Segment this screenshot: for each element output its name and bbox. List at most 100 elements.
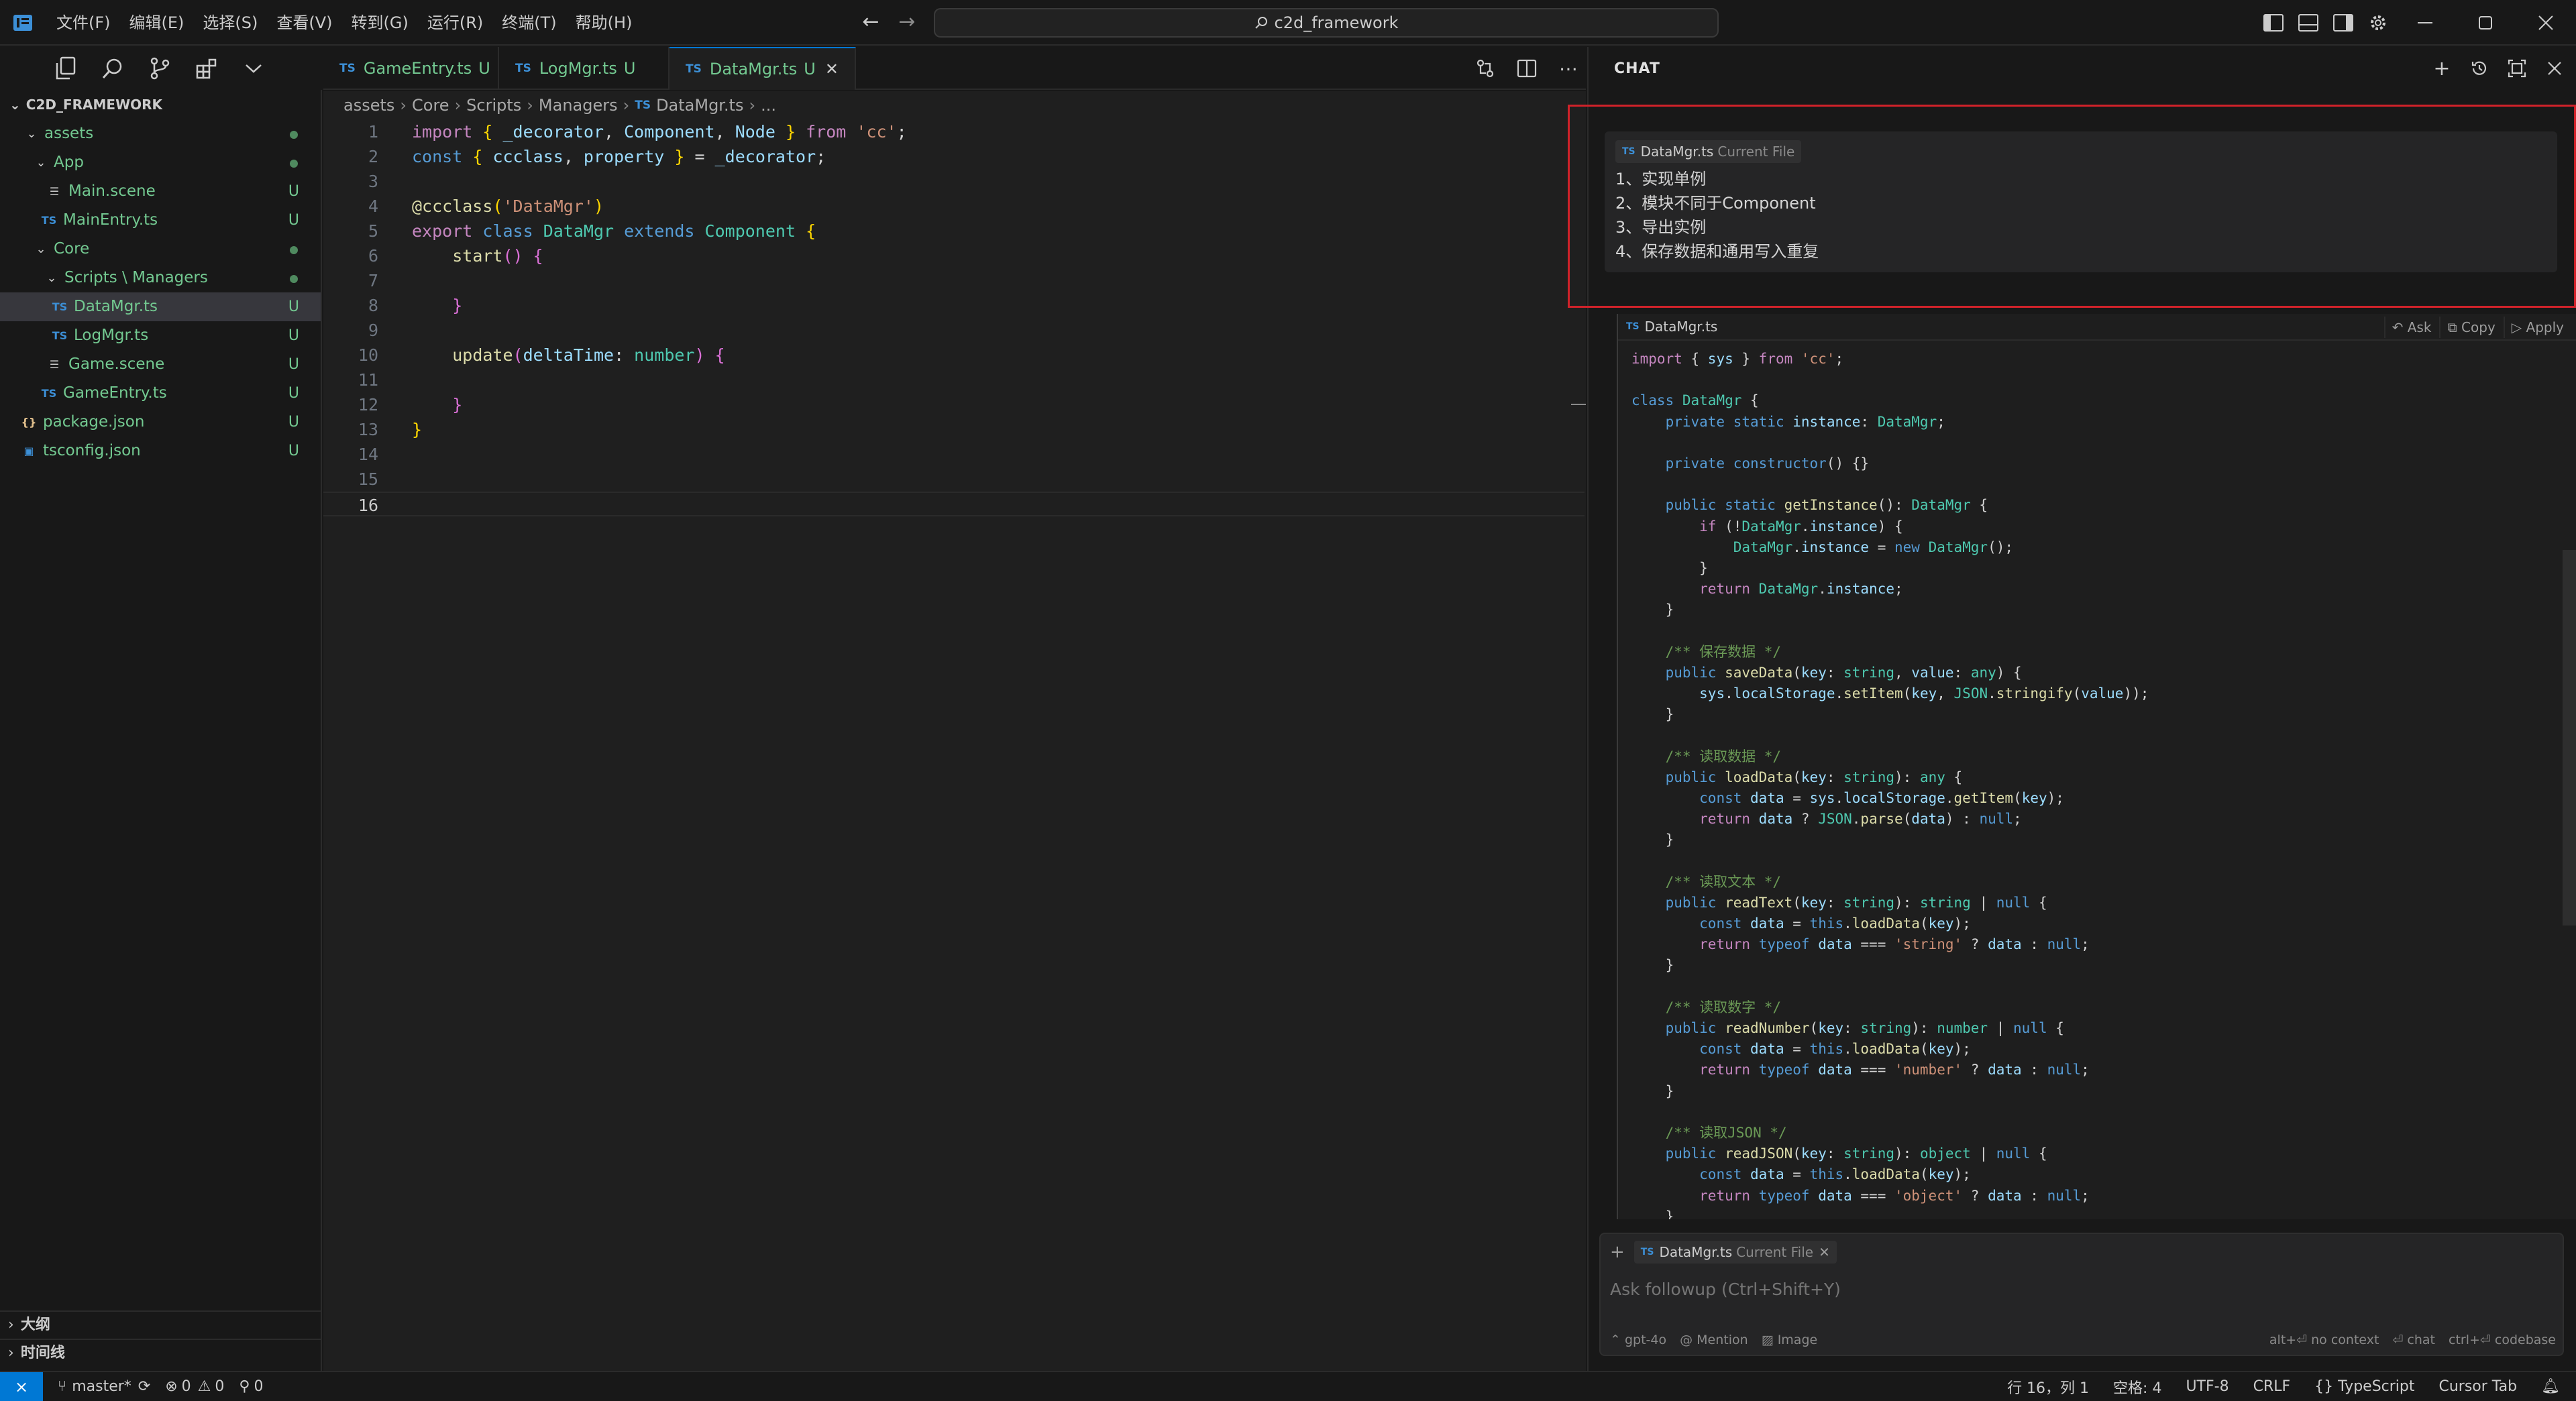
message-line: 2、模块不同于Component	[1615, 194, 1816, 213]
tree-file-main-scene[interactable]: ☰ Main.scene U	[0, 177, 321, 206]
sync-icon: ⟳	[138, 1378, 151, 1395]
encoding[interactable]: UTF-8	[2186, 1378, 2229, 1395]
breadcrumb-item[interactable]: Core	[412, 96, 449, 115]
chat-scrollbar[interactable]	[2563, 550, 2576, 926]
outline-section-header[interactable]: › 大纲	[0, 1310, 321, 1339]
toggle-primary-sidebar-icon[interactable]	[2261, 11, 2286, 35]
followup-file-chip[interactable]: TS DataMgr.ts Current File ✕	[1633, 1241, 1837, 1264]
source-control-icon[interactable]	[146, 55, 173, 82]
language-mode[interactable]: {} TypeScript	[2314, 1378, 2414, 1395]
ports-indicator[interactable]: ⚲ 0	[239, 1378, 263, 1395]
breadcrumb-item[interactable]: Managers	[539, 96, 618, 115]
close-window-icon[interactable]	[2516, 0, 2576, 46]
language-label: TypeScript	[2338, 1378, 2415, 1395]
mention-button[interactable]: @ Mention	[1680, 1333, 1748, 1347]
tree-file-datamgr-ts[interactable]: TS DataMgr.ts U	[0, 292, 321, 321]
image-button[interactable]: ▨ Image	[1762, 1333, 1818, 1347]
explorer-files-icon[interactable]	[52, 55, 79, 82]
apply-button[interactable]: ▷ Apply	[2503, 317, 2571, 338]
extensions-icon[interactable]	[193, 55, 220, 82]
timeline-section-header[interactable]: › 时间线	[0, 1339, 321, 1367]
app-logo-icon	[12, 12, 34, 34]
menu-selection[interactable]: 选择(S)	[195, 8, 266, 38]
toggle-panel-icon[interactable]	[2296, 11, 2321, 35]
indentation[interactable]: 空格: 4	[2113, 1376, 2161, 1398]
menu-file[interactable]: 文件(F)	[48, 8, 119, 38]
tree-file-package-json[interactable]: {} package.json U	[0, 408, 321, 437]
toggle-secondary-sidebar-icon[interactable]	[2330, 11, 2356, 35]
more-actions-icon[interactable]: ⋯	[1556, 56, 1580, 80]
tab-gameentry-ts[interactable]: TS GameEntry.ts U	[323, 47, 499, 90]
tree-file-mainentry-ts[interactable]: TS MainEntry.ts U	[0, 206, 321, 235]
ask-button[interactable]: ↶ Ask	[2383, 317, 2438, 338]
code-line: 1 import { _decorator, Component, Node } …	[323, 119, 1585, 144]
forward-arrow-icon[interactable]: →	[895, 11, 919, 35]
shortcut-codebase[interactable]: ctrl+⏎ codebase	[2449, 1333, 2556, 1347]
line-ending[interactable]: CRLF	[2253, 1378, 2291, 1395]
followup-input[interactable]	[1610, 1273, 2549, 1306]
tree-folder-core[interactable]: ⌄ Core	[0, 235, 321, 264]
tree-file-tsconfig-json[interactable]: ▣ tsconfig.json U	[0, 437, 321, 465]
split-editor-icon[interactable]	[1515, 56, 1539, 80]
menu-help[interactable]: 帮助(H)	[568, 8, 641, 38]
minimize-icon[interactable]	[2395, 0, 2455, 46]
menu-terminal[interactable]: 终端(T)	[494, 8, 564, 38]
untracked-badge: U	[288, 443, 299, 459]
menu-view[interactable]: 查看(V)	[268, 8, 340, 38]
gear-icon[interactable]	[2365, 11, 2391, 35]
close-panel-icon[interactable]	[2542, 56, 2567, 80]
code-line: 3	[323, 169, 1585, 194]
breadcrumb-item[interactable]: ...	[761, 96, 776, 115]
shortcut-no-context[interactable]: alt+⏎ no context	[2269, 1333, 2379, 1347]
notification-bell-icon[interactable]: 🔔︎	[2541, 1378, 2560, 1395]
compare-changes-icon[interactable]	[1473, 56, 1497, 80]
menu-run[interactable]: 运行(R)	[419, 8, 491, 38]
copy-button[interactable]: ⧉ Copy	[2439, 317, 2502, 338]
tree-folder-app[interactable]: ⌄ App	[0, 148, 321, 177]
search-icon[interactable]	[99, 55, 126, 82]
message-body: 1、实现单例 2、模块不同于Component 3、导出实例 4、保存数据和通用…	[1615, 167, 2546, 264]
modified-dot	[290, 275, 298, 283]
context-file-name: DataMgr.ts	[1640, 144, 1714, 160]
menu-go[interactable]: 转到(G)	[343, 8, 417, 38]
menu-edit[interactable]: 编辑(E)	[121, 8, 193, 38]
tree-label: tsconfig.json	[43, 442, 141, 459]
close-tab-icon[interactable]: ✕	[825, 60, 839, 78]
untracked-badge: U	[288, 414, 299, 431]
problems-indicator[interactable]: ⊗ 0 ⚠ 0	[165, 1378, 224, 1395]
user-chat-message[interactable]: TS DataMgr.ts Current File 1、实现单例 2、模块不同…	[1605, 131, 2557, 272]
remove-chip-icon[interactable]: ✕	[1819, 1244, 1830, 1260]
tree-folder-scripts-managers[interactable]: ⌄ Scripts \ Managers	[0, 264, 321, 292]
model-selector[interactable]: ⌃ gpt-4o	[1610, 1333, 1666, 1347]
maximize-panel-icon[interactable]	[2505, 56, 2529, 80]
tree-file-game-scene[interactable]: ☰ Game.scene U	[0, 350, 321, 379]
restore-icon[interactable]	[2455, 0, 2516, 46]
cursor-tab-status[interactable]: Cursor Tab	[2439, 1378, 2518, 1395]
new-chat-icon[interactable]: +	[2430, 56, 2454, 80]
shortcut-chat[interactable]: ⏎ chat	[2392, 1333, 2435, 1347]
breadcrumb-item[interactable]: DataMgr.ts	[656, 96, 743, 115]
code-editor[interactable]: 1 import { _decorator, Component, Node } …	[323, 119, 1586, 1371]
line-number: 4	[368, 197, 378, 216]
context-file-chip[interactable]: TS DataMgr.ts Current File	[1615, 140, 1802, 163]
add-context-icon[interactable]: +	[1610, 1242, 1625, 1262]
code-block-content[interactable]: import { sys } from 'cc'; class DataMgr …	[1631, 349, 2149, 1219]
remote-indicator-icon[interactable]: ⨯	[0, 1372, 43, 1401]
tree-file-logmgr-ts[interactable]: TS LogMgr.ts U	[0, 321, 321, 350]
ports-icon: ⚲	[239, 1378, 250, 1395]
explorer-root-folder[interactable]: ⌄ C2D_FRAMEWORK	[0, 90, 321, 119]
tree-file-gameentry-ts[interactable]: TS GameEntry.ts U	[0, 379, 321, 408]
cursor-position[interactable]: 行 16，列 1	[2007, 1376, 2089, 1398]
back-arrow-icon[interactable]: ←	[859, 11, 883, 35]
history-icon[interactable]	[2467, 56, 2491, 80]
branch-indicator[interactable]: ⑂ master* ⟳	[58, 1378, 150, 1395]
tab-datamgr-ts[interactable]: TS DataMgr.ts U ✕	[669, 47, 856, 90]
command-center-search[interactable]: c2d_framework	[934, 8, 1719, 38]
breadcrumb-item[interactable]: Scripts	[466, 96, 521, 115]
breadcrumb-item[interactable]: assets	[343, 96, 394, 115]
chevron-down-icon[interactable]	[240, 55, 267, 82]
tab-logmgr-ts[interactable]: TS LogMgr.ts U	[499, 47, 669, 90]
tree-folder-assets[interactable]: ⌄ assets	[0, 119, 321, 148]
code-text: start() {	[452, 246, 543, 266]
